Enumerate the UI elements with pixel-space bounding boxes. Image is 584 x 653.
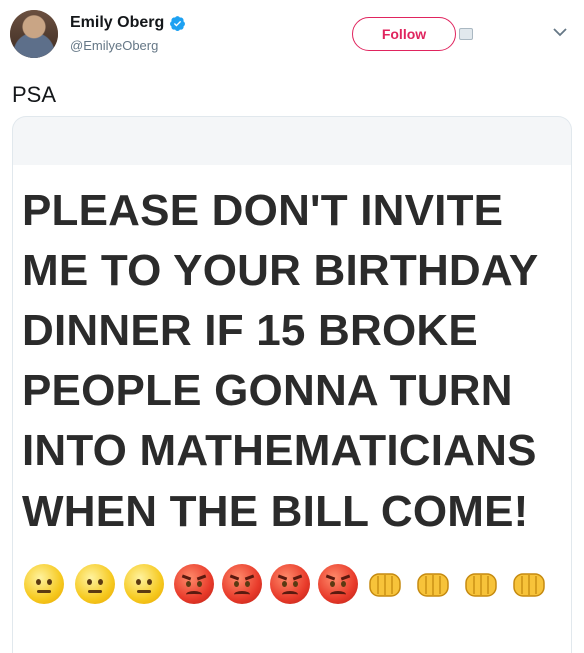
user-handle[interactable]: @EmilyeOberg [70,38,158,53]
meme-line: DINNER IF 15 BROKE [22,306,478,355]
neutral-face-icon [75,564,115,604]
follow-button[interactable]: Follow [352,17,456,51]
chevron-down-icon[interactable] [553,27,567,37]
tweet-header: Emily Oberg @EmilyeOberg Follow [0,0,584,72]
pouting-face-icon [174,564,214,604]
meme-line: ME TO YOUR BIRTHDAY [22,246,539,295]
pouting-face-icon [222,564,262,604]
tweet-text: PSA [12,82,57,107]
meme-line: PEOPLE GONNA TURN [22,366,513,415]
neutral-face-icon [24,564,64,604]
meme-line: INTO MATHEMATICIANS [22,426,537,475]
pouting-face-icon [318,564,358,604]
meme-line: WHEN THE BILL COME! [22,487,529,536]
pouting-face-icon [270,564,310,604]
verified-badge-icon [170,15,186,31]
neutral-face-icon [124,564,164,604]
user-name-row[interactable]: Emily Oberg [70,14,186,32]
placeholder-image-icon [459,28,473,40]
display-name[interactable]: Emily Oberg [70,14,164,32]
meme-line: PLEASE DON'T INVITE [22,186,504,235]
avatar[interactable] [10,10,58,58]
oncoming-fist-icon [417,573,449,597]
oncoming-fist-icon [513,573,545,597]
oncoming-fist-icon [465,573,497,597]
emoji-row [0,564,584,608]
oncoming-fist-icon [369,573,401,597]
